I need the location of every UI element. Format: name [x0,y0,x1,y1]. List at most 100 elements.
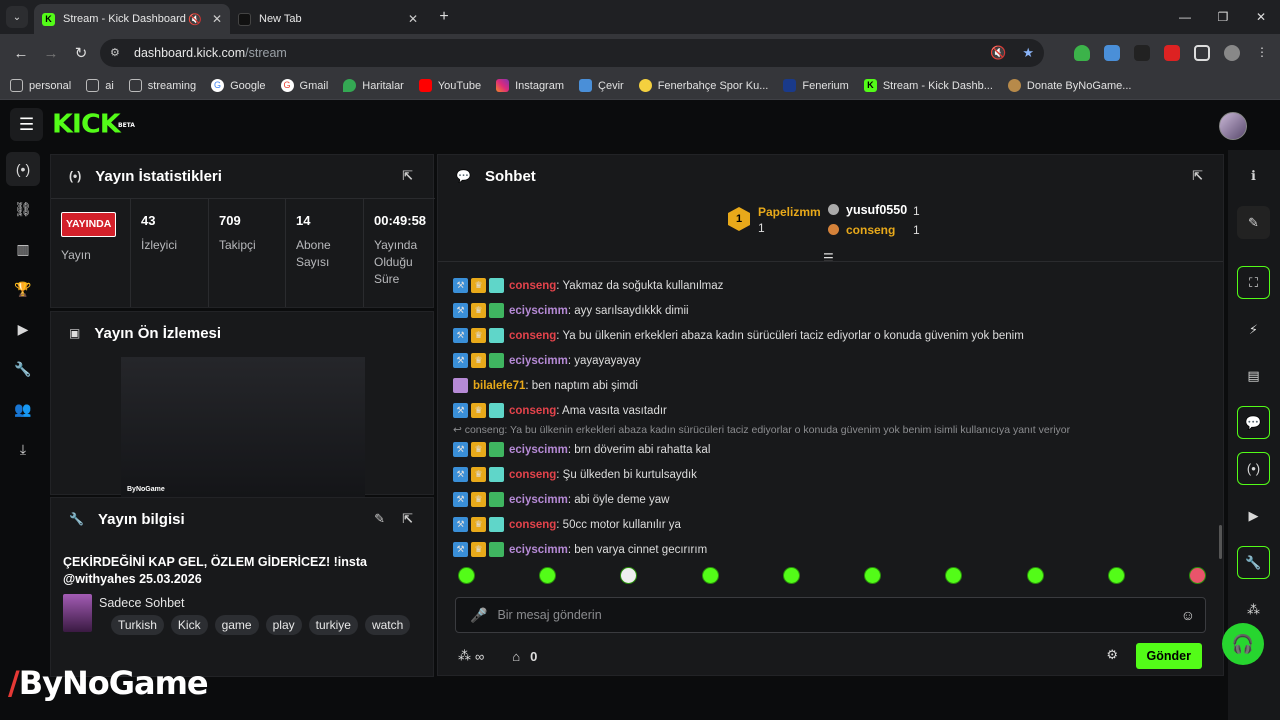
channel-points-icon[interactable]: ⁂ [458,648,471,664]
browser-menu-icon[interactable]: ⋮ [1254,45,1270,61]
audio-muted-icon[interactable]: 🔇 [990,45,1006,61]
send-button[interactable]: Gönder [1135,643,1202,669]
new-tab-button[interactable]: + [432,8,456,26]
microphone-icon[interactable]: 🎤 [470,607,487,624]
emote-icon[interactable] [1188,567,1206,584]
tab-new-tab[interactable]: New Tab ✕ [230,4,426,34]
bookmark-fenerium[interactable]: Fenerium [783,79,849,92]
bookmark-star-icon[interactable]: ★ [1022,45,1034,61]
chat-username[interactable]: eciyscimm [509,544,568,556]
chat-username[interactable]: conseng [509,330,556,342]
collapse-leaderboard-icon[interactable]: ☰ [823,251,834,265]
forward-icon[interactable]: → [36,45,66,62]
edit-icon[interactable]: ✎ [1237,206,1270,239]
bookmark-fenerbahce[interactable]: Fenerbahçe Spor Ku... [638,79,768,92]
share-icon[interactable]: ⁂ [1237,593,1270,626]
leader-2-name[interactable]: yusuf0550 [846,203,907,217]
category-thumbnail[interactable] [63,594,92,632]
user-avatar[interactable] [1219,112,1247,140]
chat-username[interactable]: eciyscimm [509,305,568,317]
tag[interactable]: Kick [170,615,208,635]
chat-username[interactable]: eciyscimm [509,444,568,456]
emoji-icon[interactable]: ☺ [1181,607,1195,623]
screenshot-icon[interactable]: ⛶ [1237,266,1270,299]
download-icon[interactable]: ⤓ [6,432,40,466]
emote-icon[interactable] [1026,567,1044,584]
store-icon[interactable]: ⌂ [512,649,520,664]
bookmark-instagram[interactable]: Instagram [496,79,564,92]
tag[interactable]: turkiye [308,615,358,635]
chat-username[interactable]: bilalefe71 [473,380,525,392]
shield-extension-icon[interactable] [1074,45,1090,61]
chat-username[interactable]: eciyscimm [509,355,568,367]
tab-search-button[interactable]: ⌄ [6,6,28,28]
bookmark-gmail[interactable]: G Gmail [280,79,328,92]
bookmark-google[interactable]: G Google [211,79,266,92]
site-info-icon[interactable]: ⚙ [110,46,124,60]
emote-icon[interactable] [701,567,719,584]
bookmark-streaming[interactable]: streaming [128,79,196,92]
muted-icon[interactable]: 🔇 [188,13,202,26]
chat-icon[interactable]: 💬 [1237,406,1270,439]
bookmark-youtube[interactable]: YouTube [418,79,481,92]
camera-icon[interactable]: ▶ [1237,499,1270,532]
minimize-icon[interactable]: — [1166,10,1204,24]
bookmark-kick[interactable]: K Stream - Kick Dashb... [863,79,993,92]
tab-kick-dashboard[interactable]: K Stream - Kick Dashboard 🔇 ✕ [34,4,230,34]
video-icon[interactable]: ▶ [6,312,40,346]
tag[interactable]: Turkish [111,615,164,635]
profile-icon[interactable] [1224,45,1240,61]
broadcast-icon[interactable]: (•) [1237,452,1270,485]
extension-icon[interactable] [1134,45,1150,61]
emote-icon[interactable] [458,567,475,584]
support-headset-button[interactable]: 🎧 [1222,623,1264,665]
emote-icon[interactable] [782,567,800,584]
edit-icon[interactable]: ✎ [374,511,385,527]
bookmark-haritalar[interactable]: Haritalar [343,79,404,92]
bookmark-donate[interactable]: Donate ByNoGame... [1007,79,1131,92]
community-icon[interactable]: 👥 [6,392,40,426]
maximize-icon[interactable]: ❐ [1204,10,1242,24]
trophy-icon[interactable]: 🏆 [6,272,40,306]
tag[interactable]: play [265,615,302,635]
emote-icon[interactable] [620,567,638,584]
close-tab-icon[interactable]: ✕ [212,12,222,26]
youtube-extension-icon[interactable] [1164,45,1180,61]
extensions-puzzle-icon[interactable] [1194,45,1210,61]
emote-icon[interactable] [945,567,963,584]
link-icon[interactable]: ⛓ [6,192,40,226]
translate-extension-icon[interactable] [1104,45,1120,61]
tag[interactable]: game [214,615,259,635]
notes-icon[interactable]: ▤ [1237,359,1270,392]
leader-1-name[interactable]: Papelizmm [758,205,821,219]
analytics-icon[interactable]: ▥ [6,232,40,266]
stream-preview-video[interactable]: ByNoGame [121,357,365,497]
chat-username[interactable]: conseng [509,469,556,481]
chat-username[interactable]: eciyscimm [509,494,568,506]
popout-icon[interactable]: ⇱ [1192,168,1203,184]
close-tab-icon[interactable]: ✕ [408,12,418,26]
stream-icon[interactable]: (•) [6,152,40,186]
chat-username[interactable]: conseng [509,280,556,292]
kick-logo[interactable]: KICK BETA [52,112,135,138]
chat-scrollbar[interactable] [1219,525,1222,559]
bookmark-personal[interactable]: personal [10,79,71,92]
menu-icon[interactable]: ☰ [10,108,43,141]
wrench-icon[interactable]: 🔧 [6,352,40,386]
leader-3-name[interactable]: conseng [846,223,895,237]
chat-settings-icon[interactable]: ⚙ [1106,647,1118,663]
close-window-icon[interactable]: ✕ [1242,10,1280,24]
chat-username[interactable]: conseng [509,519,556,531]
wrench-icon[interactable]: 🔧 [1237,546,1270,579]
lightning-icon[interactable]: ⚡ [1237,313,1270,346]
popout-icon[interactable]: ⇱ [402,168,413,184]
tag[interactable]: watch [364,615,411,635]
emote-icon[interactable] [864,567,882,584]
bookmark-cevir[interactable]: Çevir [579,79,624,92]
reload-icon[interactable]: ↻ [66,44,96,62]
chat-input[interactable]: 🎤 Bir mesaj gönderin ☺ [455,597,1206,633]
info-icon[interactable]: ℹ [1237,159,1270,192]
chat-username[interactable]: conseng [509,405,556,417]
popout-icon[interactable]: ⇱ [402,511,413,527]
url-bar[interactable]: ⚙ dashboard.kick.com/stream 🔇 ★ [100,39,1044,67]
